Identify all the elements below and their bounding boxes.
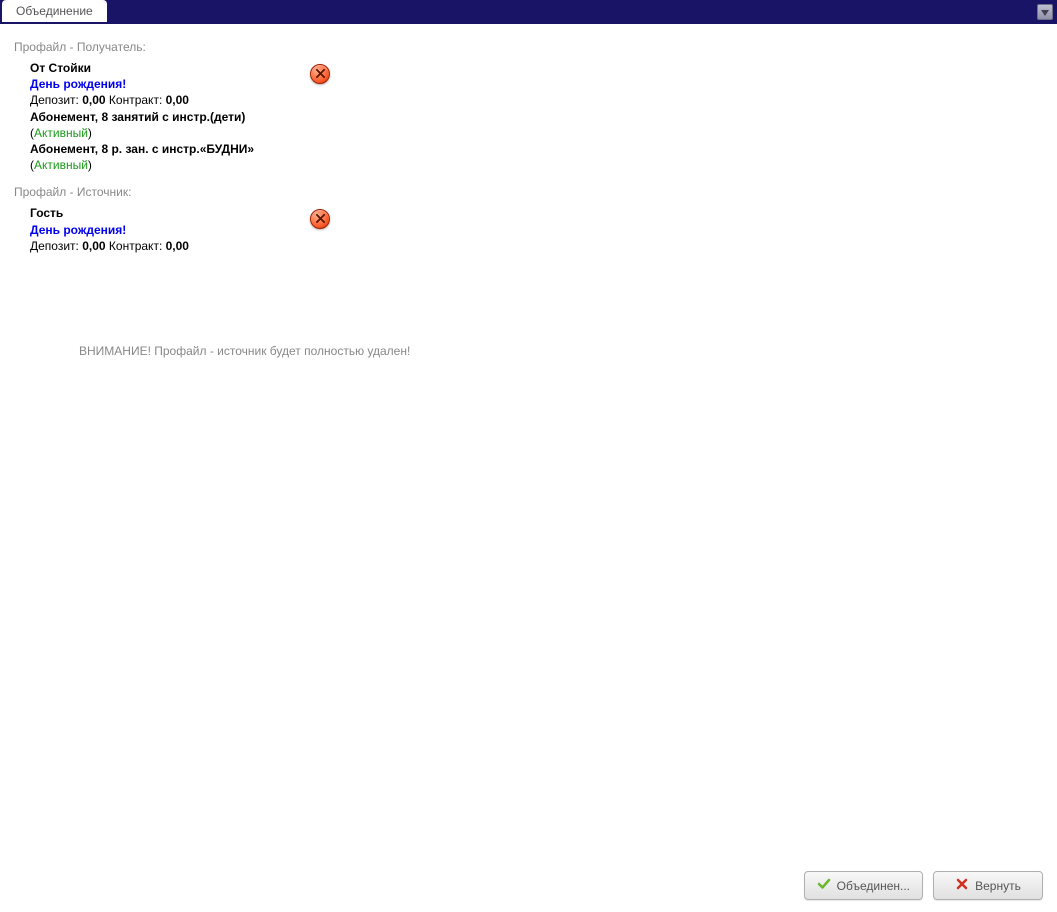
tab-dropdown-button[interactable]: [1037, 4, 1053, 20]
subscription-status-line: (Активный): [30, 157, 1043, 173]
deposit-value: 0,00: [82, 93, 105, 107]
subscription-title: Абонемент, 8 р. зан. с инстр.«БУДНИ»: [30, 141, 1043, 157]
close-icon: [316, 67, 325, 81]
subscription-status: Активный: [34, 126, 88, 140]
close-icon: [316, 212, 325, 226]
receiver-birthday-link[interactable]: День рождения!: [30, 76, 1043, 92]
source-name: Гость: [30, 205, 1043, 221]
contract-label: Контракт:: [109, 93, 162, 107]
receiver-name: От Стойки: [30, 60, 1043, 76]
receiver-section-label: Профайл - Получатель:: [14, 40, 1043, 54]
contract-value: 0,00: [166, 93, 189, 107]
footer-buttons: Объединен... Вернуть: [804, 871, 1043, 900]
deposit-label: Депозит:: [30, 239, 79, 253]
check-icon: [817, 877, 831, 894]
deposit-value: 0,00: [82, 239, 105, 253]
deposit-label: Депозит:: [30, 93, 79, 107]
receiver-profile-block: От Стойки День рождения! Депозит: 0,00 К…: [30, 60, 1043, 173]
header-bar: Объединение: [0, 0, 1057, 24]
cancel-button-label: Вернуть: [975, 879, 1021, 893]
source-birthday-link[interactable]: День рождения!: [30, 222, 1043, 238]
content-area: Профайл - Получатель: От Стойки День рож…: [0, 24, 1057, 368]
source-balance-line: Депозит: 0,00 Контракт: 0,00: [30, 238, 1043, 254]
tab-merge[interactable]: Объединение: [2, 0, 107, 22]
cancel-button[interactable]: Вернуть: [933, 871, 1043, 900]
contract-label: Контракт:: [109, 239, 162, 253]
receiver-balance-line: Депозит: 0,00 Контракт: 0,00: [30, 92, 1043, 108]
chevron-down-icon: [1041, 5, 1049, 19]
merge-button-label: Объединен...: [837, 879, 910, 893]
contract-value: 0,00: [166, 239, 189, 253]
subscription-status-line: (Активный): [30, 125, 1043, 141]
subscription-status: Активный: [34, 158, 88, 172]
tab-label: Объединение: [16, 4, 93, 18]
subscription-title: Абонемент, 8 занятий с инстр.(дети): [30, 109, 1043, 125]
remove-receiver-button[interactable]: [310, 64, 330, 84]
source-profile-block: Гость День рождения! Депозит: 0,00 Контр…: [30, 205, 1043, 254]
cancel-icon: [955, 877, 969, 894]
warning-text: ВНИМАНИЕ! Профайл - источник будет полно…: [79, 344, 1043, 358]
merge-button[interactable]: Объединен...: [804, 871, 923, 900]
source-section-label: Профайл - Источник:: [14, 185, 1043, 199]
